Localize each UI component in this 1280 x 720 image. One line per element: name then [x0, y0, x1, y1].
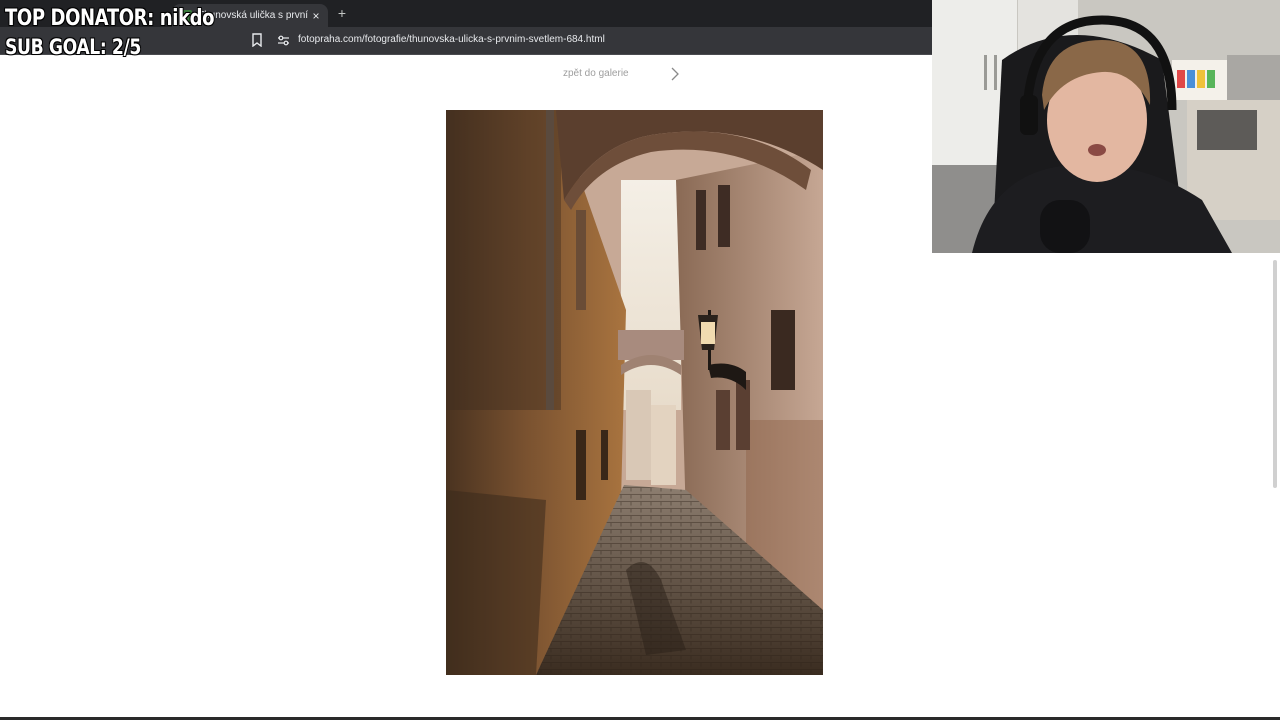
- webcam-feed: [932, 0, 1280, 253]
- stream-overlay: TOP DONATOR: nikdo SUB GOAL: 2/5: [5, 4, 260, 62]
- gallery-photo: [446, 110, 823, 675]
- back-to-gallery-link[interactable]: zpět do galerie: [563, 68, 629, 79]
- new-tab-button[interactable]: +: [334, 5, 350, 21]
- address-bar-url[interactable]: fotopraha.com/fotografie/thunovska-ulick…: [298, 34, 605, 45]
- close-icon[interactable]: ×: [308, 9, 324, 23]
- scrollbar-thumb[interactable]: [1273, 260, 1277, 488]
- tune-icon[interactable]: [277, 34, 290, 47]
- chevron-right-icon[interactable]: [668, 66, 682, 82]
- top-donator-text: TOP DONATOR: nikdo: [5, 6, 215, 31]
- streamer-webcam-image: [932, 0, 1280, 253]
- sub-goal-text: SUB GOAL: 2/5: [5, 35, 141, 59]
- alley-photo-image: [446, 110, 823, 675]
